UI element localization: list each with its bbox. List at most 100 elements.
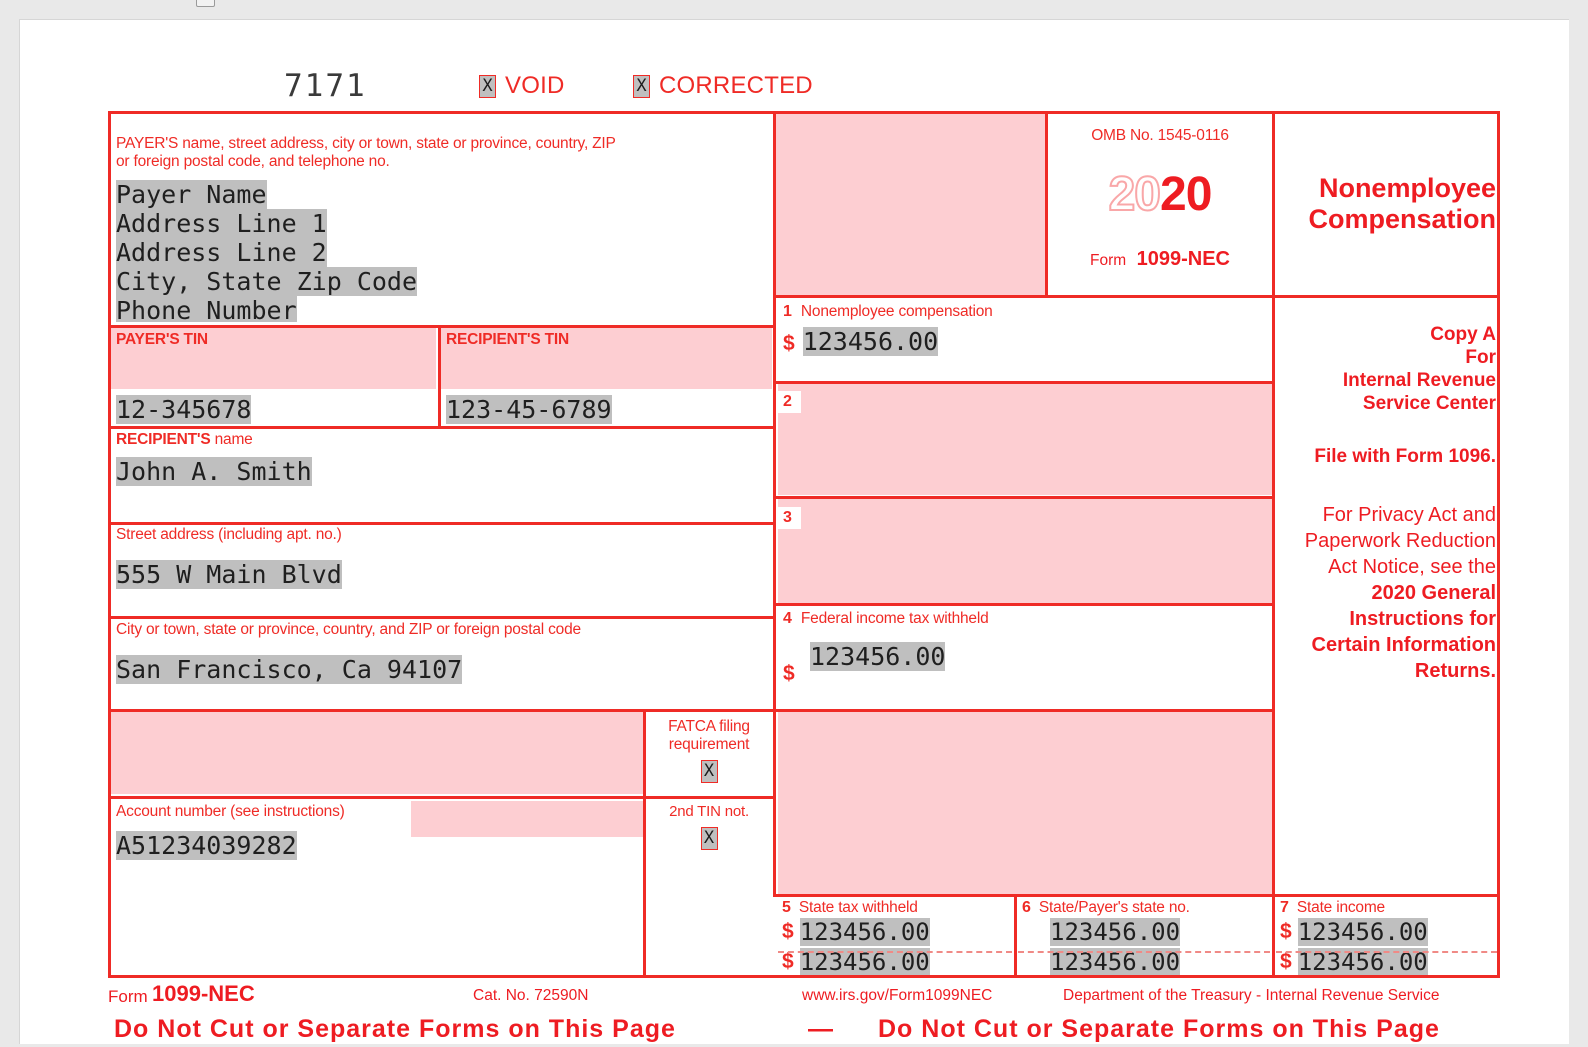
box-6-cell[interactable]: 6 State/Payer's state no. 123456.00 1234… (1018, 897, 1270, 975)
footer-form-number: 1099-NEC (152, 981, 255, 1006)
box-4-number: 4 (783, 610, 792, 627)
divider-box5-box6 (1014, 894, 1017, 975)
box-3-number: 3 (783, 509, 792, 526)
payer-tin-value[interactable]: 12-345678 (116, 395, 252, 424)
box-1-value[interactable]: 123456.00 (802, 327, 939, 356)
box-4-value[interactable]: 123456.00 (810, 642, 946, 671)
copy-line-3: Internal Revenue (1342, 370, 1496, 391)
copy-a-column: Copy A For Internal Revenue Service Cent… (1280, 303, 1496, 883)
box-1-number: 1 (783, 303, 792, 320)
box-3-cell[interactable]: 3 (778, 499, 1270, 601)
box-5-value-row1[interactable]: 123456.00 (799, 918, 930, 946)
box-1-dollar-sign: $ (783, 332, 795, 355)
box-7-value-row1[interactable]: 123456.00 (1297, 918, 1428, 946)
payer-citystatezip-value[interactable]: City, State Zip Code (116, 267, 418, 296)
tax-year-suffix: 20 (1160, 168, 1212, 221)
divider-middle-copy (1272, 295, 1275, 897)
account-number-cell[interactable]: Account number (see instructions) A51234… (116, 799, 641, 971)
account-number-label: Account number (see instructions) (116, 803, 345, 820)
shade-blank-right (778, 711, 1272, 896)
void-checkbox-group[interactable]: X VOID (479, 72, 564, 100)
tax-year-prefix: 20 (1108, 168, 1162, 221)
payer-label-line2: or foreign postal code, and telephone no… (116, 153, 390, 170)
privacy-act-notice-regular: For Privacy Act and Paperwork Reduction … (1304, 504, 1496, 578)
divider-box6-box7 (1272, 894, 1275, 975)
box-2-cell[interactable]: 2 (778, 383, 1270, 494)
footer-url[interactable]: www.irs.gov/Form1099NEC (802, 987, 992, 1005)
fatca-label-line1: FATCA filing (668, 718, 750, 735)
recipient-city-value[interactable]: San Francisco, Ca 94107 (116, 655, 463, 684)
divider-fatca-left (643, 709, 646, 975)
recipient-name-label-bold: RECIPIENT'S (116, 431, 211, 448)
box-4-cell[interactable]: 4 Federal income tax withheld $ 123456.0… (778, 606, 1270, 707)
second-tin-checkbox[interactable]: X (700, 827, 718, 850)
payer-block[interactable]: PAYER'S name, street address, city or to… (116, 117, 766, 322)
footer-form-word: Form (108, 987, 148, 1006)
recipient-street-label: Street address (including apt. no.) (116, 526, 342, 543)
fatca-cell[interactable]: FATCA filing requirement X (648, 712, 770, 794)
payer-phone-value[interactable]: Phone Number (116, 296, 297, 322)
copy-line-1: Copy A (1430, 324, 1496, 345)
box-1-cell[interactable]: 1 Nonemployee compensation $ 123456.00 (778, 299, 1270, 379)
box-5-dollar-sign-row1: $ (782, 920, 794, 943)
fatca-checkbox[interactable]: X (700, 760, 718, 783)
page-title: Nonemployee Compensation (1308, 173, 1496, 234)
form-border-bottom (108, 975, 1500, 978)
corrected-checkbox[interactable]: X (633, 74, 650, 98)
recipient-name-value[interactable]: John A. Smith (116, 457, 312, 486)
payer-name-value[interactable]: Payer Name (116, 180, 267, 209)
box-7-dollar-sign-row2: $ (1280, 950, 1292, 973)
do-not-cut-dash: — (808, 1015, 834, 1043)
ocr-scanline-digits: 7171 (284, 68, 367, 104)
recipient-tin-label: RECIPIENT'S TIN (446, 331, 569, 348)
box-5-cell[interactable]: 5 State tax withheld $ 123456.00 $ 12345… (778, 897, 1012, 975)
box-7-label: State income (1296, 899, 1385, 916)
recipient-name-cell[interactable]: RECIPIENT'S name John A. Smith (116, 429, 766, 521)
form-footer: Form 1099-NEC Cat. No. 72590N www.irs.go… (108, 981, 1508, 1045)
box-5-number: 5 (782, 899, 791, 916)
box-1-label: Nonemployee compensation (800, 303, 993, 320)
recipient-tin-value[interactable]: 123-45-6789 (446, 395, 612, 424)
box-7-cell[interactable]: 7 State income $ 123456.00 $ 123456.00 (1276, 897, 1497, 975)
recipient-street-value[interactable]: 555 W Main Blvd (116, 560, 342, 589)
box-4-dollar-sign: $ (783, 662, 795, 685)
recipient-name-label-reg: name (214, 431, 253, 448)
divider-payer-middle (773, 111, 776, 897)
void-checkbox[interactable]: X (479, 74, 496, 98)
privacy-act-notice-bold: 2020 General Instructions for Certain In… (1311, 582, 1496, 682)
payer-address1-value[interactable]: Address Line 1 (116, 209, 327, 238)
copy-line-4: Service Center (1362, 393, 1496, 414)
box-2-number: 2 (783, 393, 792, 410)
form-border-top (108, 111, 1500, 114)
copy-line-2: For (1465, 347, 1496, 368)
box-5-row-divider (778, 951, 1012, 953)
do-not-cut-left: Do Not Cut or Separate Forms on This Pag… (114, 1015, 676, 1043)
payer-label-line1: PAYER'S name, street address, city or to… (116, 135, 616, 152)
shade-blank-left (111, 711, 644, 794)
payer-tin-label: PAYER'S TIN (116, 331, 208, 348)
rule-box4-bottom (773, 709, 1274, 712)
omb-number: OMB No. 1545-0116 (1091, 127, 1229, 144)
payer-tin-cell[interactable]: PAYER'S TIN 12-345678 (116, 329, 431, 424)
omb-form-line: Form 1099-NEC (1049, 219, 1271, 271)
box-6-label: State/Payer's state no. (1038, 899, 1190, 916)
box-6-row-divider (1018, 951, 1270, 953)
box-6-value-row1[interactable]: 123456.00 (1050, 918, 1181, 946)
fatca-label-line2: requirement (668, 736, 750, 753)
omb-year-block: OMB No. 1545-0116 2020 Form 1099-NEC (1049, 115, 1271, 293)
footer-agency: Department of the Treasury - Internal Re… (1063, 987, 1440, 1004)
box-7-dollar-sign-row1: $ (1280, 920, 1292, 943)
recipient-city-label: City or town, state or province, country… (116, 621, 581, 638)
recipient-city-cell[interactable]: City or town, state or province, country… (116, 618, 766, 708)
clipped-toolbar-button[interactable] (196, 0, 215, 7)
second-tin-label: 2nd TIN not. (669, 803, 749, 820)
payer-address2-value[interactable]: Address Line 2 (116, 238, 327, 267)
corrected-checkbox-group[interactable]: X CORRECTED (633, 72, 813, 100)
account-number-value[interactable]: A51234039282 (116, 831, 297, 860)
box-5-label: State tax withheld (798, 899, 918, 916)
form-1099-nec: PAYER'S name, street address, city or to… (108, 111, 1500, 978)
recipient-tin-cell[interactable]: RECIPIENT'S TIN 123-45-6789 (446, 329, 766, 424)
second-tin-cell[interactable]: 2nd TIN not. X (648, 799, 770, 971)
recipient-street-cell[interactable]: Street address (including apt. no.) 555 … (116, 523, 766, 615)
form-border-left (108, 111, 111, 977)
